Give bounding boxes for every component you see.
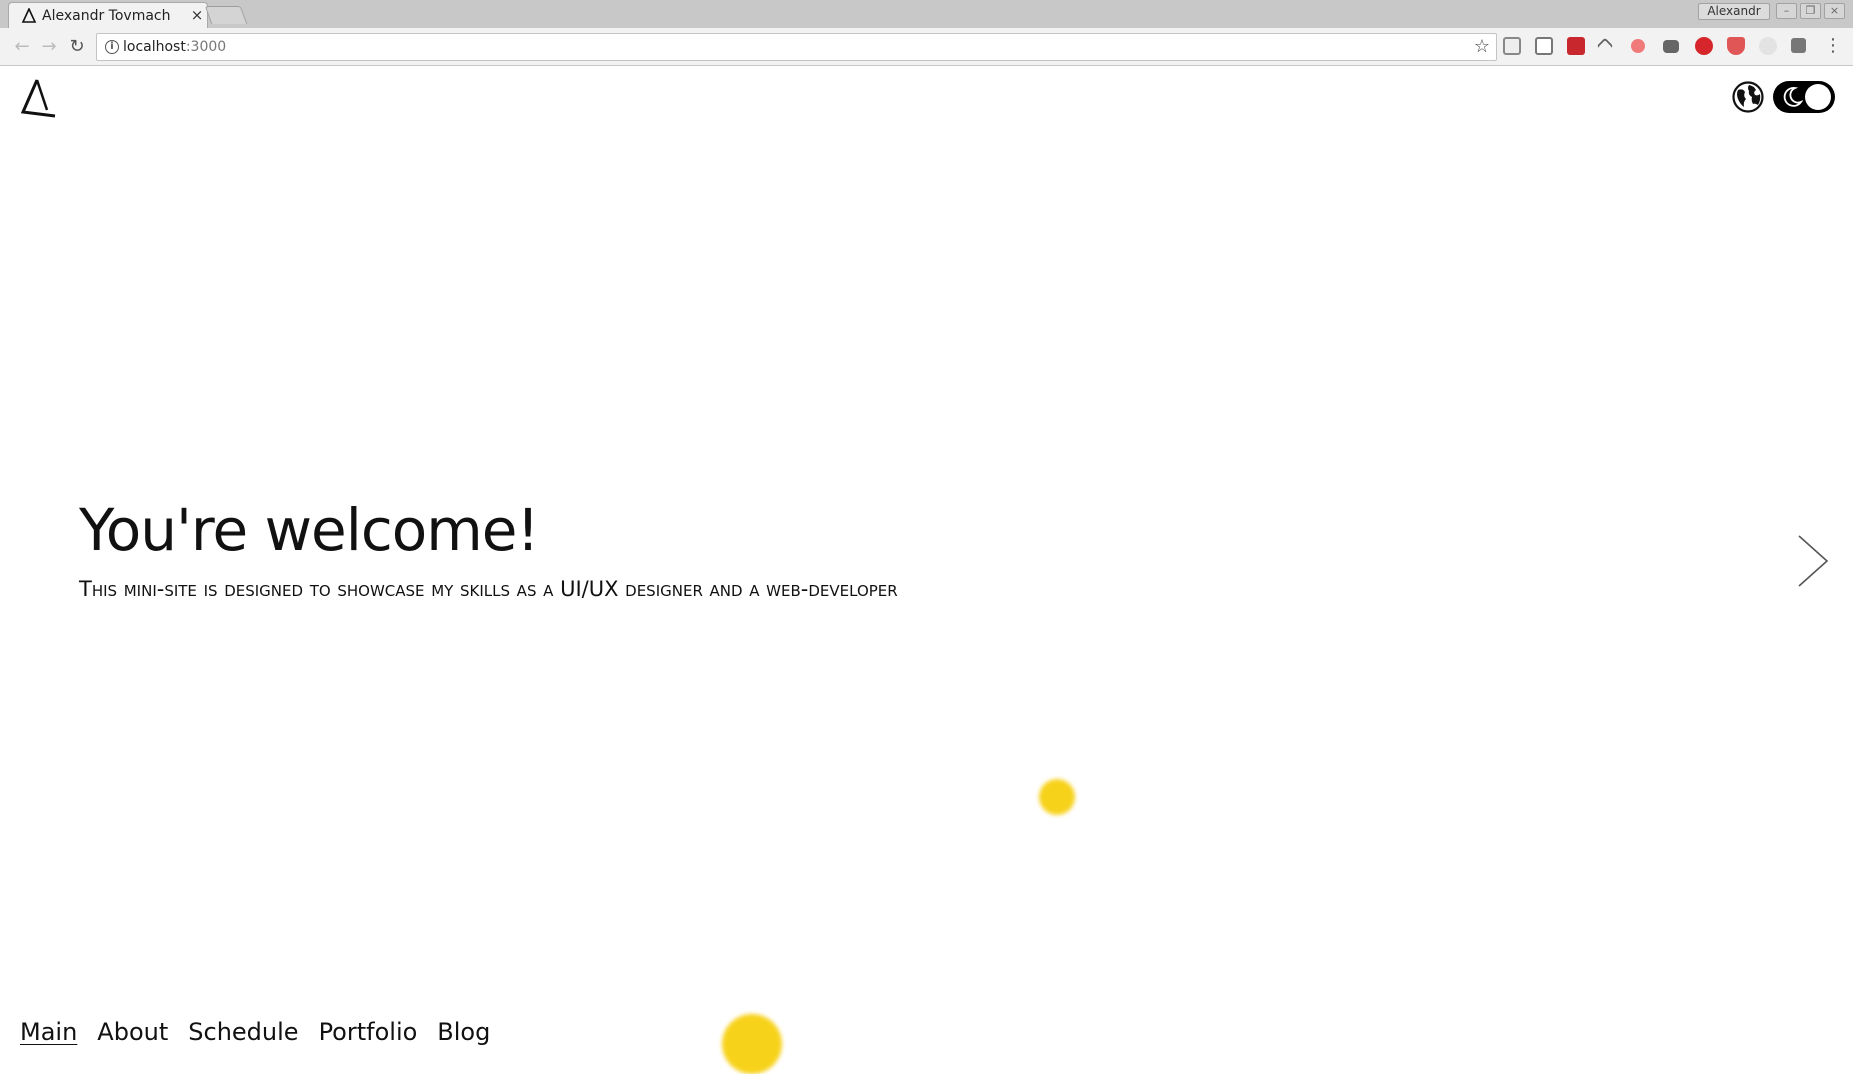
url-text: localhost:3000 — [123, 39, 226, 55]
decorative-yellow-dot — [722, 1014, 782, 1074]
tab-close-icon[interactable]: × — [189, 6, 205, 24]
restore-button[interactable]: ❐ — [1800, 3, 1821, 19]
bookmark-star-icon[interactable]: ☆ — [1474, 36, 1490, 57]
toggle-knob — [1805, 84, 1831, 110]
profile-badge[interactable]: Alexandr — [1698, 3, 1770, 20]
browser-toolbar: ← → ↻ i localhost:3000 ☆ ⋮ — [0, 28, 1853, 66]
forward-arrow-icon[interactable]: → — [37, 35, 61, 59]
moon-icon — [1783, 87, 1803, 107]
extension-pink-icon[interactable] — [1631, 39, 1645, 53]
url-host: localhost — [123, 39, 186, 55]
nav-link-schedule[interactable]: Schedule — [188, 1016, 298, 1048]
bottom-navigation: Main About Schedule Portfolio Blog — [20, 1016, 490, 1048]
url-port: :3000 — [185, 39, 227, 55]
site-favicon-icon — [21, 8, 37, 23]
page-content: You're welcome! This mini-site is design… — [0, 66, 1853, 1074]
extension-grid-icon[interactable] — [1535, 37, 1553, 55]
nav-link-blog[interactable]: Blog — [437, 1016, 490, 1048]
extension-1-icon[interactable] — [1503, 37, 1521, 55]
nav-link-portfolio[interactable]: Portfolio — [319, 1016, 418, 1048]
globe-icon[interactable] — [1731, 80, 1765, 114]
back-arrow-icon[interactable]: ← — [10, 35, 34, 59]
close-window-button[interactable]: × — [1824, 3, 1845, 19]
minimize-button[interactable]: – — [1776, 3, 1797, 19]
address-bar[interactable]: i localhost:3000 ☆ — [96, 33, 1497, 61]
new-tab-button[interactable] — [204, 6, 248, 24]
extension-move-icon[interactable] — [1596, 37, 1614, 55]
opera-icon[interactable] — [1695, 37, 1713, 55]
tab-title: Alexandr Tovmach — [42, 8, 171, 24]
browser-tab[interactable]: Alexandr Tovmach × — [8, 2, 208, 28]
camera-icon[interactable] — [1663, 40, 1679, 53]
decorative-yellow-dot — [1039, 779, 1075, 815]
hero-title: You're welcome! — [79, 496, 540, 564]
nav-link-main[interactable]: Main — [20, 1016, 77, 1048]
shield-icon[interactable] — [1727, 37, 1745, 55]
extension-grey-icon[interactable] — [1759, 37, 1777, 55]
nav-link-about[interactable]: About — [97, 1016, 168, 1048]
triangle-logo-icon[interactable] — [19, 76, 59, 118]
theme-toggle[interactable] — [1773, 81, 1835, 113]
browser-menu-icon[interactable]: ⋮ — [1824, 35, 1842, 56]
site-info-icon[interactable]: i — [105, 40, 119, 54]
next-slide-chevron-icon[interactable] — [1795, 534, 1831, 588]
cast-icon[interactable] — [1791, 38, 1806, 53]
hero-subtitle: This mini-site is designed to showcase m… — [79, 577, 898, 601]
extension-red-icon[interactable] — [1567, 37, 1585, 55]
browser-tabstrip: Alexandr Tovmach × Alexandr – ❐ × — [0, 0, 1853, 28]
reload-icon[interactable]: ↻ — [65, 35, 89, 59]
